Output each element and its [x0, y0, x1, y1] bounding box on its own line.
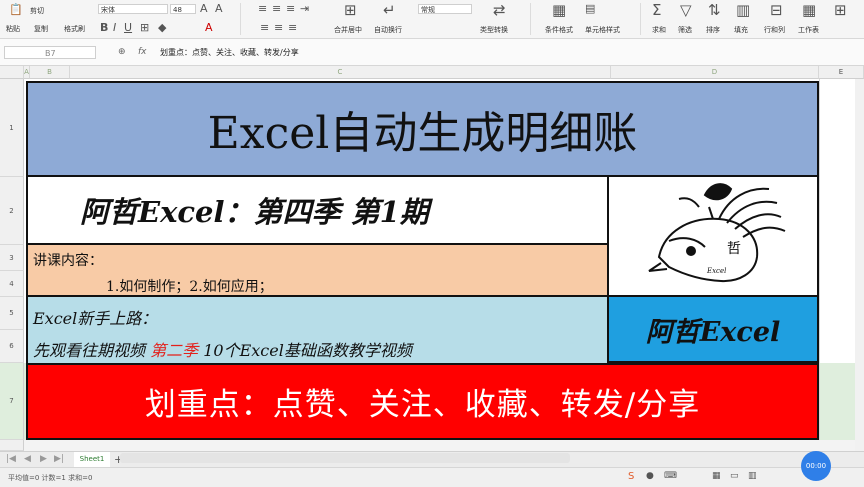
- row-header-1[interactable]: 1: [0, 79, 24, 177]
- align-right-icon[interactable]: ≡: [288, 22, 297, 33]
- merge-center-button[interactable]: 合并居中: [334, 25, 362, 35]
- watch-suffix: 10个Excel基础函数教学视频: [203, 341, 412, 360]
- font-size-select[interactable]: 48: [170, 4, 196, 14]
- row-header-5[interactable]: 5: [0, 297, 24, 330]
- fx-icon[interactable]: fx: [138, 47, 147, 57]
- name-box[interactable]: B7: [4, 46, 96, 59]
- font-shrink-icon[interactable]: A: [215, 3, 223, 14]
- view-page-icon[interactable]: ▥: [748, 471, 757, 482]
- watch-line: 先观看往期视频 第二季 10个Excel基础函数教学视频: [33, 337, 412, 361]
- logo-text: Excel: [706, 267, 726, 275]
- row-header-7[interactable]: 7: [0, 363, 24, 440]
- next-sheet-icon[interactable]: ▶: [40, 454, 47, 465]
- paste-icon[interactable]: 📋: [9, 4, 23, 15]
- brand-cell[interactable]: 阿哲Excel: [609, 297, 819, 363]
- title-cell[interactable]: Excel自动生成明细账: [26, 81, 819, 177]
- format-painter-button[interactable]: 格式刷: [64, 24, 85, 34]
- row-header-3[interactable]: 3: [0, 245, 24, 271]
- copy-button[interactable]: 复制: [34, 24, 48, 34]
- logo-glyph: 哲: [727, 241, 741, 257]
- row-header-4[interactable]: 4: [0, 271, 24, 297]
- row-header-6[interactable]: 6: [0, 330, 24, 363]
- col-header-e[interactable]: E: [819, 66, 864, 79]
- first-sheet-icon[interactable]: |◀: [6, 454, 16, 465]
- zoom-icon[interactable]: ⊕: [118, 47, 126, 57]
- wrap-text-button[interactable]: 自动换行: [374, 25, 402, 35]
- wrap-text-icon[interactable]: ↵: [383, 3, 396, 18]
- paste-button[interactable]: 粘贴: [6, 24, 20, 34]
- col-header-c[interactable]: C: [70, 66, 611, 79]
- border-icon[interactable]: ⊞: [140, 22, 149, 33]
- formula-bar: B7 ⊕ fx 划重点：点赞、关注、收藏、转发/分享: [0, 39, 864, 66]
- worksheet-button[interactable]: 工作表: [798, 25, 819, 35]
- sort-button[interactable]: 排序: [706, 25, 720, 35]
- lesson-label: 讲课内容：: [33, 253, 103, 269]
- horizontal-scrollbar[interactable]: [120, 453, 570, 463]
- subtitle-cell[interactable]: 阿哲Excel：第四季 第1期: [26, 177, 609, 245]
- cut-label[interactable]: 剪切: [30, 6, 44, 16]
- status-bar: 平均值=0 计数=1 求和=0 S ● ⌨ ▦ ▭ ▥: [0, 467, 864, 487]
- lesson-items: 1.如何制作；2.如何应用；: [106, 279, 273, 295]
- font-color-icon[interactable]: A: [205, 22, 213, 33]
- merge-center-icon[interactable]: ⊞: [344, 3, 357, 18]
- indent-icon[interactable]: ⇥: [300, 3, 309, 14]
- lesson-cell[interactable]: 讲课内容： 1.如何制作；2.如何应用；: [26, 245, 609, 297]
- filter-button[interactable]: 筛选: [678, 25, 692, 35]
- col-header-d[interactable]: D: [611, 66, 819, 79]
- fill-color-icon[interactable]: ◆: [158, 22, 166, 33]
- status-summary: 平均值=0 计数=1 求和=0: [8, 474, 93, 482]
- sum-icon[interactable]: Σ: [652, 3, 661, 18]
- freeze-icon[interactable]: ⊞: [834, 3, 847, 18]
- last-sheet-icon[interactable]: ▶|: [54, 454, 64, 465]
- align-middle-icon[interactable]: ≡: [272, 3, 281, 14]
- row-header-2[interactable]: 2: [0, 177, 24, 245]
- col-header-b[interactable]: B: [30, 66, 70, 79]
- ribbon-toolbar: 📋 剪切 宋体 48 A A ≡ ≡ ≡ ⇥ ⊞ ↵ 常规 ⇄ ▦ ▤ Σ ▽ …: [0, 0, 864, 39]
- prev-sheet-icon[interactable]: ◀: [24, 454, 31, 465]
- conditional-format-icon[interactable]: ▦: [552, 3, 566, 18]
- cell-style-button[interactable]: 单元格样式: [585, 25, 620, 35]
- banner-cell[interactable]: 划重点：点赞、关注、收藏、转发/分享: [26, 363, 819, 440]
- align-bottom-icon[interactable]: ≡: [286, 3, 295, 14]
- sort-icon[interactable]: ⇅: [708, 3, 721, 18]
- bold-icon[interactable]: B: [100, 22, 108, 33]
- recording-timer[interactable]: 00:00: [801, 451, 831, 481]
- conditional-format-button[interactable]: 条件格式: [545, 25, 573, 35]
- vertical-scrollbar[interactable]: [855, 79, 864, 451]
- table-style-icon[interactable]: ▤: [585, 3, 595, 14]
- align-center-icon[interactable]: ≡: [274, 22, 283, 33]
- filter-icon[interactable]: ▽: [680, 3, 692, 18]
- watch-prefix: 先观看往期视频: [33, 341, 146, 360]
- ime-icon[interactable]: S: [628, 471, 634, 482]
- fill-icon[interactable]: ▥: [736, 3, 750, 18]
- watch-season: 第二季: [150, 341, 199, 360]
- logo-cell[interactable]: 哲 Excel: [609, 177, 819, 297]
- fill-button[interactable]: 填充: [734, 25, 748, 35]
- font-grow-icon[interactable]: A: [200, 3, 208, 14]
- newbie-label: Excel新手上路：: [33, 309, 158, 328]
- align-left-icon[interactable]: ≡: [260, 22, 269, 33]
- rows-columns-icon[interactable]: ⊟: [770, 3, 783, 18]
- view-layout-icon[interactable]: ▭: [730, 471, 739, 482]
- worksheet-icon[interactable]: ▦: [802, 3, 816, 18]
- align-top-icon[interactable]: ≡: [258, 3, 267, 14]
- view-normal-icon[interactable]: ▦: [712, 471, 721, 482]
- italic-icon[interactable]: I: [113, 22, 116, 33]
- sum-button[interactable]: 求和: [652, 25, 666, 35]
- eagle-logo-icon: 哲 Excel: [648, 183, 786, 283]
- select-all-corner[interactable]: [0, 66, 24, 79]
- mic-icon[interactable]: ●: [646, 471, 654, 482]
- type-convert-icon[interactable]: ⇄: [493, 3, 506, 18]
- rows-columns-button[interactable]: 行和列: [764, 25, 785, 35]
- underline-icon[interactable]: U: [124, 22, 132, 33]
- number-format-select[interactable]: 常规: [418, 4, 472, 14]
- newbie-cell[interactable]: Excel新手上路： 先观看往期视频 第二季 10个Excel基础函数教学视频: [26, 297, 609, 363]
- type-convert-button[interactable]: 类型转换: [480, 25, 508, 35]
- row-header-blank: [0, 440, 24, 451]
- font-name-select[interactable]: 宋体: [98, 4, 168, 14]
- formula-content[interactable]: 划重点：点赞、关注、收藏、转发/分享: [160, 47, 299, 58]
- keyboard-icon[interactable]: ⌨: [664, 471, 677, 482]
